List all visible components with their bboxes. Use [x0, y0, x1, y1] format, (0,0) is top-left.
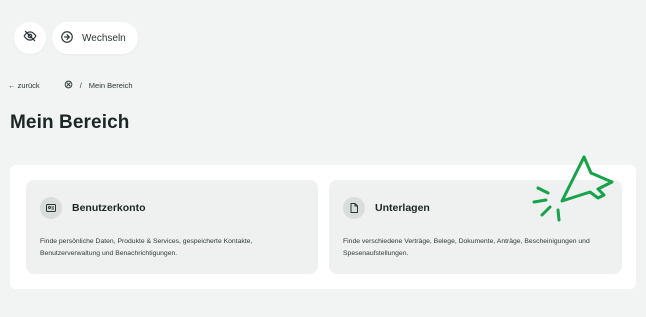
card-title: Unterlagen [375, 202, 430, 214]
home-badge-icon[interactable] [64, 80, 73, 91]
switch-button[interactable]: Wechseln [52, 22, 138, 54]
breadcrumb-separator: / [79, 81, 82, 90]
top-toolbar: Wechseln [14, 22, 138, 54]
visibility-toggle-button[interactable] [14, 22, 46, 54]
eye-off-icon [23, 29, 37, 48]
document-icon [343, 197, 365, 219]
card-description: Finde persönliche Daten, Produkte & Serv… [40, 238, 253, 257]
card-header: Benutzerkonto [40, 197, 146, 219]
arrow-right-circle-icon [60, 30, 74, 47]
click-cursor-icon [532, 148, 632, 233]
back-link[interactable]: ← zurück [8, 81, 40, 90]
page-title: Mein Bereich [10, 112, 130, 133]
id-card-icon [40, 197, 62, 219]
breadcrumb-current: Mein Bereich [88, 81, 133, 90]
card-benutzerkonto[interactable]: Benutzerkonto Finde persönliche Daten, P… [26, 180, 318, 274]
switch-label: Wechseln [82, 32, 126, 44]
card-description: Finde verschiedene Verträge, Belege, Dok… [343, 238, 590, 257]
card-header: Unterlagen [343, 197, 430, 219]
breadcrumb: ← zurück / Mein Bereich [8, 80, 133, 91]
card-title: Benutzerkonto [72, 202, 146, 214]
